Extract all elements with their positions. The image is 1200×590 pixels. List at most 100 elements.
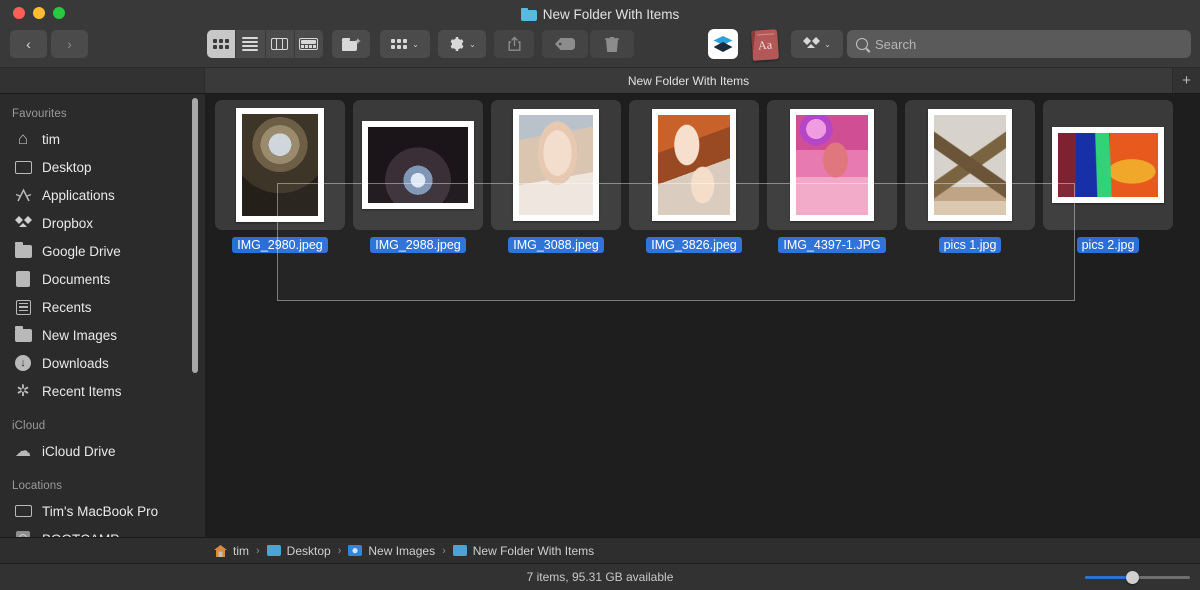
- file-area[interactable]: IMG_2980.jpeg IMG_2988.jpeg IMG_3088.jpe…: [205, 94, 1200, 537]
- breadcrumb-new-images[interactable]: New Images ›: [348, 544, 446, 558]
- cloud-icon: [14, 442, 32, 460]
- slider-fill: [1085, 576, 1132, 579]
- file-item[interactable]: IMG_2988.jpeg: [349, 100, 487, 253]
- chevron-down-icon: ⌄: [824, 39, 831, 49]
- gear-icon: [450, 37, 464, 51]
- sidebar-item-documents[interactable]: Documents: [0, 265, 205, 293]
- file-item[interactable]: IMG_3826.jpeg: [625, 100, 763, 253]
- arrange-button[interactable]: ⌄: [380, 30, 430, 58]
- sidebar-scrollbar[interactable]: [192, 98, 198, 373]
- search-field[interactable]: [847, 30, 1191, 58]
- downloads-icon: ↓: [14, 354, 32, 372]
- back-button[interactable]: ‹: [10, 30, 47, 58]
- search-input[interactable]: [875, 36, 1182, 52]
- dropbox-toolbar-button[interactable]: ⌄: [791, 30, 843, 58]
- sidebar-item-label: Dropbox: [42, 215, 94, 231]
- breadcrumb-label: tim: [233, 543, 249, 558]
- layers-app-button[interactable]: [708, 29, 738, 59]
- sidebar-item-dropbox[interactable]: Dropbox: [0, 209, 205, 237]
- file-item[interactable]: IMG_4397-1.JPG: [763, 100, 901, 253]
- dropbox-icon: [803, 36, 821, 52]
- file-item[interactable]: IMG_3088.jpeg: [487, 100, 625, 253]
- tag-button[interactable]: [542, 30, 588, 58]
- home-icon: [214, 544, 227, 557]
- photo-preview: [519, 115, 593, 215]
- forward-button[interactable]: ›: [51, 30, 88, 58]
- file-thumbnail[interactable]: [215, 100, 345, 230]
- column-view-button[interactable]: [266, 30, 295, 58]
- slider-thumb[interactable]: [1126, 571, 1139, 584]
- file-thumbnail[interactable]: [353, 100, 483, 230]
- file-thumbnail[interactable]: [767, 100, 897, 230]
- sidebar-item-desktop[interactable]: Desktop: [0, 153, 205, 181]
- breadcrumb-desktop[interactable]: Desktop ›: [266, 543, 343, 558]
- action-menu-button[interactable]: ⌄: [438, 30, 486, 58]
- chevron-right-icon: ›: [67, 36, 72, 52]
- plus-icon: +: [1182, 72, 1191, 89]
- laptop-icon: [14, 502, 32, 520]
- breadcrumb-label: Desktop: [286, 543, 331, 558]
- sidebar-item-label: tim: [42, 131, 60, 147]
- file-label[interactable]: IMG_2980.jpeg: [232, 237, 328, 253]
- list-icon: [242, 37, 259, 51]
- new-folder-button[interactable]: +: [332, 30, 370, 58]
- icon-size-slider[interactable]: [1085, 571, 1190, 584]
- sidebar-item-applications[interactable]: Applications: [0, 181, 205, 209]
- file-thumbnail[interactable]: [629, 100, 759, 230]
- toolbar: New Folder With Items ‹ › + ⌄ ⌄ Aa ⌄ Sea…: [0, 0, 1200, 68]
- file-label[interactable]: IMG_2988.jpeg: [370, 237, 466, 253]
- icon-view-button[interactable]: [207, 30, 237, 58]
- status-bar: 7 items, 95.31 GB available: [0, 563, 1200, 590]
- folder-icon: [520, 7, 537, 21]
- photo-preview: [934, 115, 1006, 215]
- dictionary-app-button[interactable]: Aa: [749, 29, 781, 61]
- sidebar-item-label: Applications: [42, 187, 115, 203]
- chevron-down-icon: ⌄: [412, 39, 419, 49]
- sidebar-item-tims-macbook-pro[interactable]: Tim's MacBook Pro: [0, 497, 205, 525]
- file-thumbnail[interactable]: [905, 100, 1035, 230]
- icon-grid: IMG_2980.jpeg IMG_2988.jpeg IMG_3088.jpe…: [205, 94, 1200, 253]
- sidebar-item-bootcamp[interactable]: BOOTCAMP: [0, 525, 205, 537]
- breadcrumb-new-folder-with-items[interactable]: New Folder With Items: [452, 544, 594, 558]
- sidebar-item-label: Google Drive: [42, 243, 121, 259]
- sidebar-item-recents[interactable]: Recents: [0, 293, 205, 321]
- sidebar-header-favourites: Favourites: [12, 108, 67, 120]
- share-button[interactable]: [494, 30, 534, 58]
- sidebar-item-downloads[interactable]: ↓ Downloads: [0, 349, 205, 377]
- file-label[interactable]: IMG_3088.jpeg: [508, 237, 604, 253]
- file-item[interactable]: pics 2.jpg: [1039, 100, 1177, 253]
- file-label[interactable]: pics 1.jpg: [938, 237, 1002, 253]
- dictionary-label: Aa: [757, 37, 773, 52]
- file-item[interactable]: pics 1.jpg: [901, 100, 1039, 253]
- window-title: New Folder With Items: [0, 5, 1200, 23]
- sidebar-header-icloud: iCloud: [12, 420, 46, 432]
- tab-new-folder-with-items[interactable]: New Folder With Items: [205, 68, 1172, 93]
- sidebar-item-tim[interactable]: tim: [0, 125, 205, 153]
- sidebar-item-recent-items[interactable]: Recent Items: [0, 377, 205, 405]
- file-item[interactable]: IMG_2980.jpeg: [211, 100, 349, 253]
- path-bar: tim › Desktop › New Images › New Folder …: [0, 537, 1200, 563]
- search-icon: [856, 38, 868, 50]
- delete-button[interactable]: [590, 30, 634, 58]
- window-body: Favourites tim Desktop Applications Drop…: [0, 94, 1200, 537]
- new-folder-icon: +: [341, 37, 361, 51]
- file-thumbnail[interactable]: [1043, 100, 1173, 230]
- sidebar-item-google-drive[interactable]: Google Drive: [0, 237, 205, 265]
- file-label[interactable]: IMG_4397-1.JPG: [778, 237, 886, 253]
- gallery-view-button[interactable]: [295, 30, 323, 58]
- file-label[interactable]: pics 2.jpg: [1076, 237, 1140, 253]
- toolbar-row: ‹ › + ⌄ ⌄ Aa ⌄ Search: [0, 28, 1200, 61]
- breadcrumb-tim[interactable]: tim ›: [214, 544, 261, 558]
- list-view-button[interactable]: [236, 30, 266, 58]
- sidebar-item-new-images[interactable]: New Images: [0, 321, 205, 349]
- gear-icon: [14, 382, 32, 400]
- tag-icon: [555, 38, 575, 50]
- file-thumbnail[interactable]: [491, 100, 621, 230]
- sidebar-item-icloud-drive[interactable]: iCloud Drive: [0, 437, 205, 465]
- photo-preview: [1058, 133, 1158, 197]
- breadcrumb-separator: ›: [442, 544, 446, 557]
- sidebar-item-label: Downloads: [42, 355, 109, 371]
- new-tab-button[interactable]: +: [1172, 68, 1200, 93]
- finder-window: New Folder With Items ‹ › + ⌄ ⌄ Aa ⌄ Sea…: [0, 0, 1200, 590]
- file-label[interactable]: IMG_3826.jpeg: [646, 237, 742, 253]
